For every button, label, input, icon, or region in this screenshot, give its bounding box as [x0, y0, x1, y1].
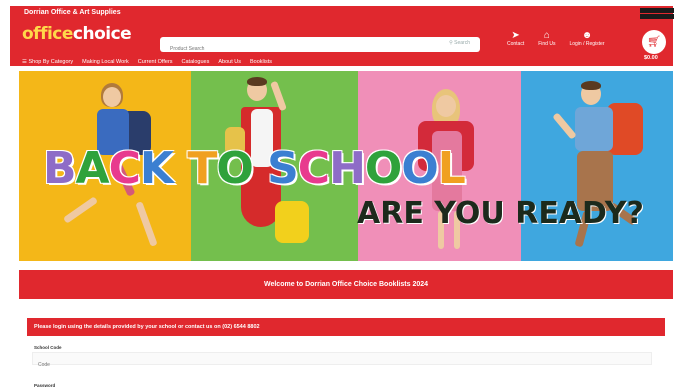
headline-letter [253, 143, 267, 194]
location-icon: ⌂ [543, 30, 550, 41]
headline-letter: B [43, 143, 77, 194]
headline-letter: C [297, 143, 330, 194]
contact-link[interactable]: ➤ Contact [507, 30, 524, 47]
yellow-backpack-image [275, 201, 309, 243]
cart-total: $0.00 [644, 55, 658, 61]
headline-letter: O [216, 143, 253, 194]
cart-icon: 🛒︎ [647, 36, 661, 48]
nav-catalogues[interactable]: Catalogues [182, 59, 210, 65]
main-nav: ☰ Shop By Category Making Local Work Cur… [22, 59, 272, 65]
login-register-link[interactable]: ☻ Login / Register [569, 30, 604, 47]
site-header: Dorrian Office & Art Supplies officechoi… [10, 6, 674, 66]
password-label: Password [34, 383, 56, 388]
banner-panel-blue [521, 71, 673, 261]
menu-icon: ☰ [22, 59, 27, 65]
headline-letter: O [401, 143, 438, 194]
school-code-field-wrapper [32, 352, 652, 371]
nav-shop-by-category[interactable]: ☰ Shop By Category [22, 59, 73, 65]
headline-letter: K [139, 143, 174, 194]
school-code-label: School Code [34, 345, 62, 350]
headline-letter: L [437, 143, 466, 194]
welcome-banner: Welcome to Dorrian Office Choice Booklis… [19, 270, 673, 299]
search-input[interactable] [160, 41, 410, 57]
headline-letter: O [364, 143, 402, 194]
headline-letter: T [187, 143, 217, 194]
are-you-ready-headline: ARE YOU READY? [357, 196, 644, 231]
headline-letter: C [108, 143, 141, 194]
login-instructions: Please login using the details provided … [27, 318, 665, 336]
badge [640, 14, 674, 19]
school-code-field[interactable] [33, 359, 651, 371]
search-icon: ⚲ [449, 40, 453, 46]
cart-button[interactable]: 🛒︎ [642, 30, 666, 54]
child-image [575, 107, 613, 151]
back-to-school-headline: BACK TO SCHOOL [43, 143, 466, 194]
headline-letter: S [267, 143, 299, 194]
find-us-link[interactable]: ⌂ Find Us [538, 30, 555, 47]
search-button[interactable]: ⚲ Search [449, 40, 470, 46]
nav-booklists[interactable]: Booklists [250, 59, 272, 65]
badge [640, 8, 674, 13]
search-box: ⚲ Search [160, 37, 480, 57]
headline-letter [173, 143, 187, 194]
nav-making-local-work[interactable]: Making Local Work [82, 59, 129, 65]
back-to-school-banner[interactable]: BACK TO SCHOOL ARE YOU READY? [19, 71, 673, 261]
header-badges [640, 8, 674, 20]
store-name: Dorrian Office & Art Supplies [24, 9, 121, 16]
headline-letter: H [329, 143, 366, 194]
user-icon: ☻ [581, 30, 593, 41]
header-actions: ➤ Contact ⌂ Find Us ☻ Login / Register [507, 30, 605, 47]
officechoice-logo[interactable]: officechoice [22, 24, 132, 44]
headline-letter: A [75, 143, 110, 194]
nav-about-us[interactable]: About Us [218, 59, 241, 65]
child-image [436, 95, 456, 117]
contact-icon: ➤ [511, 30, 520, 41]
nav-current-offers[interactable]: Current Offers [138, 59, 173, 65]
